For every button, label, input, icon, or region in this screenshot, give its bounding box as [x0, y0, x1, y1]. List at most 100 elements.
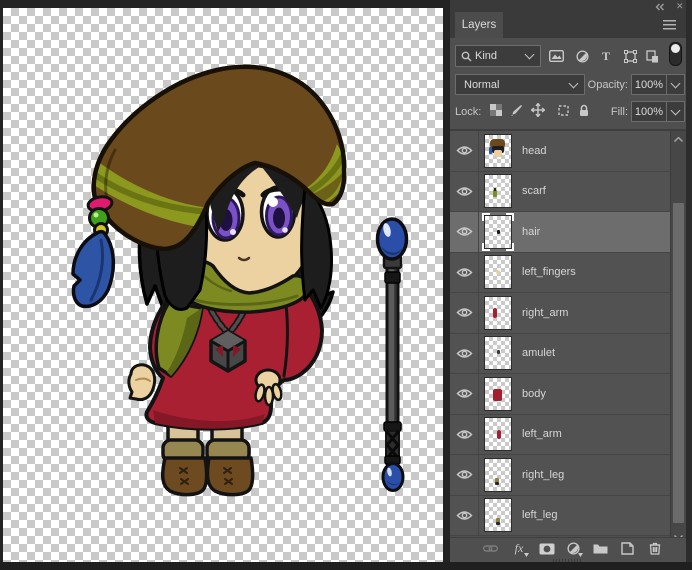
- layer-name: scarf: [522, 185, 546, 198]
- smart-object-filter-icon[interactable]: [642, 48, 662, 64]
- layer-name: hair: [522, 225, 541, 238]
- adjustment-layer-filter-icon[interactable]: [572, 48, 592, 64]
- blend-mode-dropdown[interactable]: Normal: [455, 74, 585, 95]
- staff-artwork: [375, 217, 409, 492]
- photoshop-window: ✕ Layers Kind T Normal Opacity: 100% Loc…: [0, 0, 692, 570]
- layer-visibility-toggle[interactable]: [450, 212, 479, 252]
- shape-layer-filter-icon[interactable]: [620, 48, 640, 64]
- layer-thumbnail[interactable]: [484, 498, 512, 533]
- layer-name: amulet: [522, 347, 556, 360]
- layer-visibility-toggle[interactable]: [450, 455, 479, 495]
- eye-icon: [455, 470, 473, 479]
- opacity-label: Opacity:: [587, 79, 628, 91]
- opacity-dropdown-button[interactable]: [666, 75, 684, 94]
- layer-visibility-toggle[interactable]: [450, 293, 479, 333]
- layer-thumbnail[interactable]: [484, 376, 512, 411]
- opacity-value: 100%: [634, 78, 664, 91]
- layer-thumbnail[interactable]: [484, 133, 512, 168]
- layer-row[interactable]: left_fingers: [450, 252, 670, 293]
- tab-layers[interactable]: Layers: [455, 12, 503, 38]
- eye-icon: [455, 227, 473, 236]
- eye-icon: [455, 187, 473, 196]
- layer-row[interactable]: right_arm: [450, 293, 670, 334]
- eye-icon: [455, 389, 473, 398]
- scrollbar-thumb[interactable]: [673, 203, 684, 523]
- layer-visibility-toggle[interactable]: [450, 171, 479, 211]
- layer-row[interactable]: body: [450, 374, 670, 415]
- layer-name: left_leg: [522, 509, 558, 522]
- new-adjustment-layer-icon[interactable]: [563, 540, 583, 557]
- layer-visibility-toggle[interactable]: [450, 495, 479, 535]
- layer-thumbnail[interactable]: [484, 457, 512, 492]
- layer-thumbnail[interactable]: [484, 295, 512, 330]
- layer-thumbnail[interactable]: [484, 336, 512, 371]
- search-icon: [461, 51, 472, 61]
- new-layer-icon[interactable]: [617, 540, 637, 557]
- layer-thumbnail[interactable]: [484, 417, 512, 452]
- eye-icon: [455, 146, 473, 155]
- filter-toggle-knob: [671, 44, 680, 53]
- eye-icon: [455, 349, 473, 358]
- layer-name: head: [522, 144, 547, 157]
- layer-row[interactable]: amulet: [450, 333, 670, 374]
- scroll-up-icon[interactable]: [671, 131, 686, 147]
- layer-thumbnail[interactable]: [484, 255, 512, 290]
- layer-row[interactable]: left_leg: [450, 495, 670, 536]
- layer-name: right_arm: [522, 306, 569, 319]
- collapse-panel-icon[interactable]: [655, 2, 665, 11]
- character-artwork: [71, 64, 409, 497]
- layer-row[interactable]: right_leg: [450, 455, 670, 496]
- eye-icon: [455, 430, 473, 439]
- panel-tab-bar: Layers: [450, 12, 686, 38]
- layer-visibility-toggle[interactable]: [450, 252, 479, 292]
- blend-mode-value: Normal: [464, 78, 500, 91]
- layers-panel-controls: Kind T Normal Opacity: 100% Lock: Fill: …: [450, 38, 686, 131]
- panel-menu-icon[interactable]: [663, 20, 676, 30]
- eye-icon: [455, 511, 473, 520]
- fill-field[interactable]: 100%: [631, 101, 685, 122]
- layer-row[interactable]: scarf: [450, 171, 670, 212]
- layer-name: left_arm: [522, 428, 562, 441]
- layer-name: left_fingers: [522, 266, 576, 279]
- layer-visibility-toggle[interactable]: [450, 374, 479, 414]
- lock-position-icon[interactable]: [530, 102, 546, 118]
- layers-panel-toolbar: fx: [450, 537, 686, 558]
- pixel-layer-filter-icon[interactable]: [546, 48, 566, 64]
- beads-feather-artwork: [71, 195, 115, 309]
- layer-thumbnail[interactable]: [484, 174, 512, 209]
- lock-artboard-icon[interactable]: [555, 102, 571, 118]
- layer-visibility-toggle[interactable]: [450, 414, 479, 454]
- lock-label: Lock:: [455, 106, 482, 118]
- chevron-down-icon: [524, 49, 535, 60]
- delete-layer-trash-icon[interactable]: [645, 540, 665, 557]
- layer-visibility-toggle[interactable]: [450, 333, 479, 373]
- fill-dropdown-button[interactable]: [666, 102, 684, 121]
- link-layers-icon[interactable]: [480, 540, 500, 557]
- fill-value: 100%: [634, 105, 664, 118]
- layer-row[interactable]: hair: [450, 212, 670, 253]
- fill-label: Fill:: [610, 106, 628, 118]
- panel-title-bar: ✕: [450, 0, 686, 12]
- add-layer-mask-icon[interactable]: [537, 540, 557, 557]
- layer-thumbnail[interactable]: [482, 212, 514, 251]
- kind-filter-dropdown[interactable]: Kind: [455, 45, 541, 67]
- eye-icon: [455, 268, 473, 277]
- opacity-field[interactable]: 100%: [631, 74, 685, 95]
- layer-row[interactable]: left_arm: [450, 414, 670, 455]
- layer-row[interactable]: head: [450, 131, 670, 172]
- eye-icon: [455, 308, 473, 317]
- close-panel-icon[interactable]: ✕: [676, 2, 684, 11]
- type-layer-filter-icon[interactable]: T: [596, 48, 616, 64]
- lock-transparent-pixels-icon[interactable]: [488, 102, 504, 118]
- lock-image-pixels-icon[interactable]: [508, 102, 524, 118]
- filter-toggle-switch[interactable]: [669, 42, 682, 66]
- layer-list-scrollbar[interactable]: [670, 131, 686, 545]
- document-canvas[interactable]: [3, 8, 443, 562]
- chevron-down-icon: [568, 78, 579, 88]
- new-group-folder-icon[interactable]: [590, 540, 610, 557]
- layer-visibility-toggle[interactable]: [450, 131, 479, 171]
- layer-name: right_leg: [522, 468, 565, 481]
- window-bottom-edge: [0, 562, 692, 570]
- layer-list: head scarf hair left_fingers right_arm a…: [450, 131, 670, 536]
- layer-style-fx-icon[interactable]: fx: [509, 540, 529, 557]
